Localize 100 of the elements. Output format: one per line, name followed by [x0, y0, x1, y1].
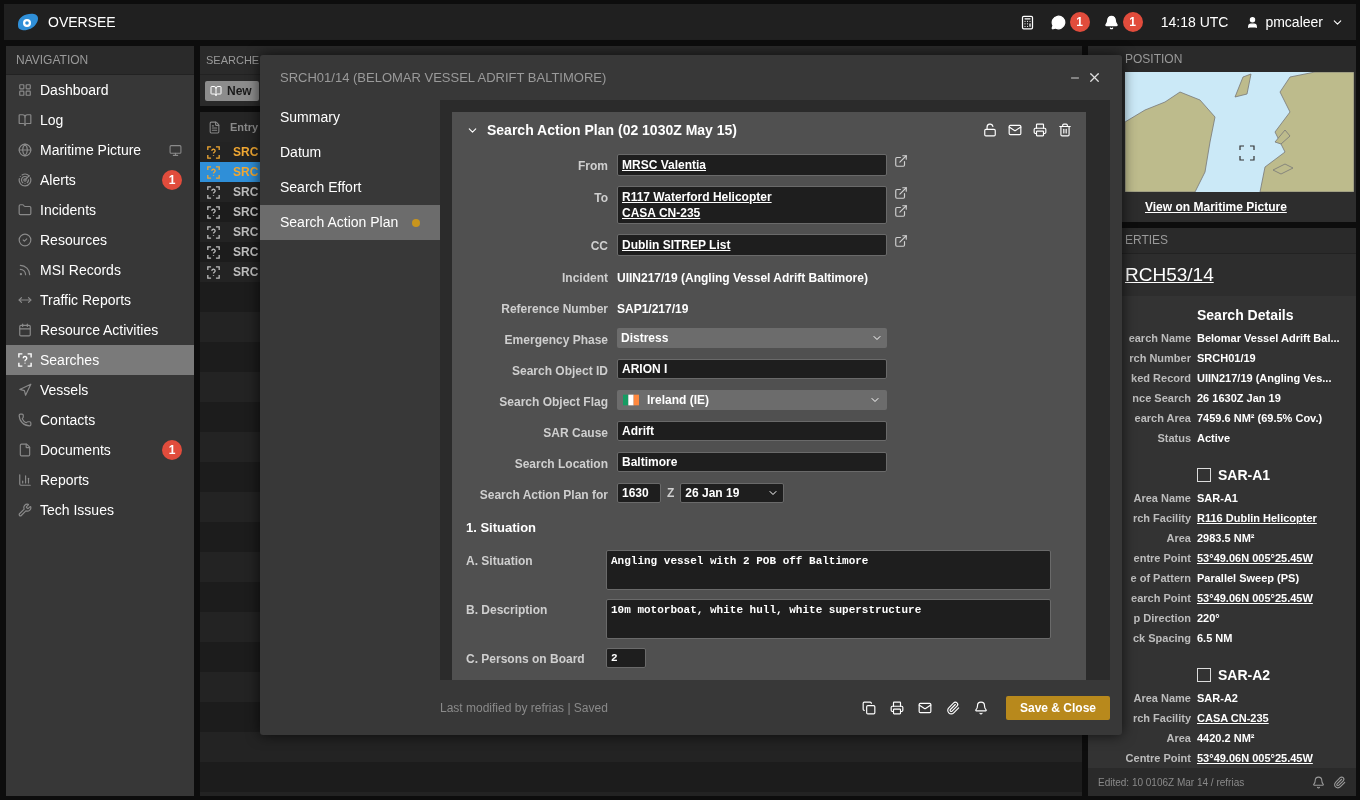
nav-item[interactable]: Log: [6, 105, 194, 135]
input-field[interactable]: Adrift: [617, 421, 887, 441]
property-link[interactable]: 53°49.06N 005°25.45W: [1197, 590, 1313, 607]
checkbox[interactable]: [1197, 468, 1211, 483]
map-link[interactable]: View on Maritime Picture: [1145, 197, 1287, 216]
text-area[interactable]: Angling vessel with 2 POB off Baltimore: [606, 549, 1051, 590]
recipient-link[interactable]: MRSC Valentia: [622, 157, 882, 173]
paperclip-icon[interactable]: [945, 700, 960, 715]
property-value: 26 1630Z Jan 19: [1197, 391, 1281, 407]
scan-question-icon: [207, 185, 220, 199]
text-area[interactable]: 10m motorboat, white hull, white superstructure: [606, 598, 1051, 639]
recipient-field[interactable]: MRSC Valentia: [617, 154, 887, 176]
dialog-tab[interactable]: Search Effort: [260, 170, 440, 205]
user-icon: [1246, 15, 1260, 29]
property-link[interactable]: 53°49.06N 005°25.45W: [1197, 550, 1313, 567]
nav-item[interactable]: Vessels: [6, 375, 194, 405]
unlock-icon[interactable]: [983, 123, 997, 137]
time-field[interactable]: 1630: [617, 483, 661, 503]
close-icon[interactable]: [1087, 70, 1102, 85]
zone-label: Z: [667, 485, 675, 502]
field-label: Search Object Flag: [498, 394, 608, 411]
nav-item[interactable]: Contacts: [6, 405, 194, 435]
phase-select[interactable]: Distress: [617, 328, 887, 348]
nav-item[interactable]: Dashboard: [6, 75, 194, 105]
monitor-icon[interactable]: [169, 143, 182, 157]
external-link-icon[interactable]: [894, 154, 908, 168]
mail-icon[interactable]: [917, 700, 932, 715]
field-label: Emergency Phase: [503, 332, 608, 349]
print-icon[interactable]: [1033, 123, 1047, 137]
nav-item[interactable]: Tech Issues: [6, 495, 194, 525]
input-field[interactable]: ARION I: [617, 359, 887, 379]
nav-item[interactable]: Documents 1: [6, 435, 194, 465]
property-label: ked Record: [1130, 371, 1191, 387]
property-label: p Direction: [1132, 611, 1191, 627]
nav-item[interactable]: Reports: [6, 465, 194, 495]
external-link-icon[interactable]: [894, 204, 908, 218]
property-value: SAR-A1: [1197, 491, 1238, 507]
chat-icon[interactable]: [1050, 14, 1066, 30]
dialog-tab[interactable]: Datum: [260, 135, 440, 170]
bell-icon[interactable]: [973, 700, 988, 715]
recipient-field[interactable]: R117 Waterford Helicopter CASA CN-235: [617, 186, 887, 224]
check-circle-icon: [18, 233, 32, 247]
property-label: Area: [1165, 531, 1191, 547]
recipient-link[interactable]: Dublin SITREP List: [622, 237, 882, 253]
print-icon[interactable]: [889, 700, 904, 715]
count-badge: 1: [1122, 12, 1143, 32]
scan-question-icon: [18, 353, 32, 367]
field-label: Search Location: [513, 456, 608, 473]
property-link[interactable]: CASA CN-235: [1197, 710, 1269, 727]
field-label: Incident: [561, 270, 608, 287]
property-link[interactable]: 53°49.06N 005°25.45W: [1197, 750, 1313, 767]
panel-title: SEARCHE: [206, 52, 260, 68]
bar-chart-icon: [18, 473, 32, 487]
dialog-tab[interactable]: Summary: [260, 100, 440, 135]
flag-select[interactable]: Ireland (IE): [617, 390, 887, 410]
calculator-icon[interactable]: [1019, 14, 1035, 30]
document-icon: [208, 120, 221, 134]
property-label: entre Point: [1132, 551, 1191, 567]
count-badge: 1: [162, 170, 182, 190]
paperclip-icon[interactable]: [1333, 775, 1346, 789]
bell-icon[interactable]: [1103, 14, 1119, 30]
nav-item[interactable]: Searches: [6, 345, 194, 375]
field-value: UIIN217/19 (Angling Vessel Adrift Baltimore): [617, 270, 868, 287]
nav-item[interactable]: Alerts 1: [6, 165, 194, 195]
book-icon: [210, 84, 222, 97]
mail-icon[interactable]: [1008, 123, 1022, 137]
nav-item[interactable]: Resources: [6, 225, 194, 255]
trash-icon[interactable]: [1058, 123, 1072, 137]
new-button[interactable]: New: [205, 80, 259, 101]
nav-item[interactable]: MSI Records: [6, 255, 194, 285]
checkbox[interactable]: [1197, 668, 1211, 683]
app-name: OVERSEE: [48, 12, 116, 32]
user-menu[interactable]: pmcaleer: [1265, 11, 1323, 33]
scan-question-icon: [207, 245, 220, 259]
date-select[interactable]: 26 Jan 19: [680, 483, 785, 503]
input-field[interactable]: Baltimore: [617, 452, 887, 472]
external-link-icon[interactable]: [894, 234, 908, 248]
external-link-icon[interactable]: [894, 186, 908, 200]
recipient-field[interactable]: Dublin SITREP List: [617, 234, 887, 256]
scan-question-icon: [207, 205, 220, 219]
record-link[interactable]: RCH53/14: [1125, 261, 1214, 290]
dialog-tab[interactable]: Search Action Plan: [260, 205, 440, 240]
property-link[interactable]: R116 Dublin Helicopter: [1197, 510, 1317, 527]
recipient-link[interactable]: CASA CN-235: [622, 205, 882, 221]
folder-icon: [18, 203, 32, 217]
panel-title: NAVIGATION: [16, 52, 89, 69]
nav-item[interactable]: Maritime Picture: [6, 135, 194, 165]
input-field[interactable]: 2: [606, 647, 646, 668]
edited-note: Edited: 10 0106Z Mar 14 / refrias: [1098, 775, 1245, 790]
property-value: 6.5 NM: [1197, 631, 1233, 647]
nav-item[interactable]: Traffic Reports: [6, 285, 194, 315]
nav-item[interactable]: Incidents: [6, 195, 194, 225]
recipient-link[interactable]: R117 Waterford Helicopter: [622, 189, 882, 205]
property-label: rch Number: [1128, 351, 1191, 367]
field-label: CC: [589, 238, 608, 255]
nav-item[interactable]: Resource Activities: [6, 315, 194, 345]
dialog-title: SRCH01/14 (BELOMAR VESSEL ADRIFT BALTIMORE): [280, 68, 607, 87]
field-label: To: [593, 190, 608, 207]
copy-icon[interactable]: [861, 700, 876, 715]
property-value: UIIN217/19 (Angling Ves...: [1197, 371, 1332, 387]
